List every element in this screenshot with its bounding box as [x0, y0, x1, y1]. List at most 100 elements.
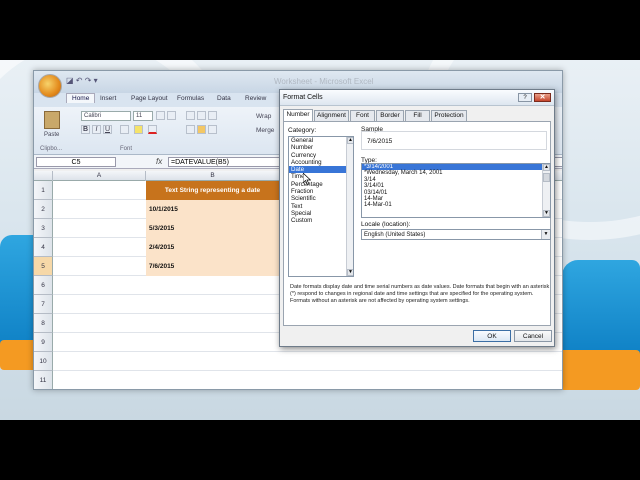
- quick-access-toolbar[interactable]: ◪ ↶ ↷ ▾: [66, 76, 98, 85]
- row-header[interactable]: 7: [34, 295, 53, 314]
- table-row: [53, 352, 562, 371]
- row-header[interactable]: 2: [34, 200, 53, 219]
- dialog-title: Format Cells: [283, 94, 323, 101]
- select-all-corner[interactable]: [34, 171, 53, 181]
- row-header[interactable]: 8: [34, 314, 53, 333]
- tab-data[interactable]: Data: [217, 95, 231, 102]
- italic-icon[interactable]: I: [92, 125, 101, 134]
- date-text-cell[interactable]: 10/1/2015: [146, 200, 280, 219]
- tab-formulas[interactable]: Formulas: [177, 95, 204, 102]
- list-item[interactable]: General: [289, 137, 353, 144]
- list-item[interactable]: Custom: [289, 217, 353, 224]
- tab-border[interactable]: Border: [376, 110, 404, 121]
- type-scrollbar[interactable]: ▲ ▼: [542, 164, 550, 217]
- category-list[interactable]: General Number Currency Accounting Date …: [288, 136, 354, 277]
- scroll-down-icon[interactable]: ▼: [543, 210, 550, 217]
- category-scrollbar[interactable]: ▲ ▼: [346, 137, 353, 276]
- underline-icon[interactable]: U: [103, 125, 112, 134]
- close-button[interactable]: ✕: [534, 93, 551, 102]
- list-item[interactable]: Currency: [289, 152, 353, 159]
- row-header[interactable]: 9: [34, 333, 53, 352]
- screen: ◪ ↶ ↷ ▾ Worksheet - Microsoft Excel Home…: [0, 0, 640, 480]
- tab-protection[interactable]: Protection: [431, 110, 467, 121]
- locale-value: English (United States): [364, 232, 426, 238]
- font-color-icon[interactable]: [148, 125, 157, 134]
- list-item[interactable]: Special: [289, 210, 353, 217]
- format-cells-dialog: Format Cells ? ✕ Number Alignment Font B…: [279, 89, 555, 347]
- align-bottom-icon[interactable]: [208, 111, 217, 120]
- list-item[interactable]: Text: [289, 203, 353, 210]
- scroll-up-icon[interactable]: ▲: [347, 137, 353, 144]
- number-tab-panel: Category: General Number Currency Accoun…: [283, 121, 551, 326]
- wrap-text-button[interactable]: Wrap: [256, 113, 271, 120]
- format-description: Date formats display date and time seria…: [290, 284, 550, 305]
- name-box[interactable]: C5: [36, 157, 116, 167]
- paste-button[interactable]: Paste: [44, 132, 59, 138]
- column-header[interactable]: A: [53, 171, 146, 181]
- tab-number[interactable]: Number: [283, 109, 313, 121]
- date-text-cell[interactable]: 7/6/2015: [146, 257, 280, 276]
- cancel-button[interactable]: Cancel: [514, 330, 552, 342]
- date-text-cell[interactable]: 5/3/2015: [146, 219, 280, 238]
- tab-review[interactable]: Review: [245, 95, 266, 102]
- category-label: Category:: [288, 127, 317, 134]
- column-header[interactable]: B: [146, 171, 280, 181]
- scroll-up-icon[interactable]: ▲: [543, 164, 550, 171]
- tab-page-layout[interactable]: Page Layout: [131, 95, 168, 102]
- row-header[interactable]: 10: [34, 352, 53, 371]
- tab-font[interactable]: Font: [350, 110, 375, 121]
- dialog-titlebar: Format Cells ? ✕: [280, 90, 554, 106]
- chevron-down-icon[interactable]: ▼: [541, 230, 550, 239]
- list-item[interactable]: 14-Mar-01: [362, 202, 550, 208]
- paste-icon[interactable]: [44, 111, 60, 129]
- row-header[interactable]: 5: [34, 257, 53, 276]
- date-text-cell[interactable]: 2/4/2015: [146, 238, 280, 257]
- row-header[interactable]: 1: [34, 181, 53, 200]
- list-item[interactable]: Accounting: [289, 159, 353, 166]
- list-item[interactable]: Scientific: [289, 195, 353, 202]
- grow-font-icon[interactable]: [156, 111, 165, 120]
- scroll-thumb[interactable]: [543, 173, 550, 182]
- font-group-label: Font: [120, 146, 133, 152]
- align-middle-icon[interactable]: [197, 111, 206, 120]
- align-right-icon[interactable]: [208, 125, 217, 134]
- row-header[interactable]: 11: [34, 371, 53, 389]
- header-cell[interactable]: Text String representing a date: [146, 181, 280, 200]
- bold-icon[interactable]: B: [81, 125, 90, 134]
- row-header[interactable]: 4: [34, 238, 53, 257]
- list-item[interactable]: Number: [289, 144, 353, 151]
- mouse-pointer-icon: [303, 173, 311, 185]
- office-button[interactable]: [38, 74, 62, 98]
- tab-alignment[interactable]: Alignment: [314, 110, 349, 121]
- align-top-icon[interactable]: [186, 111, 195, 120]
- merge-button[interactable]: Merge: [256, 127, 274, 134]
- list-item[interactable]: Time: [289, 173, 353, 180]
- row-header[interactable]: 3: [34, 219, 53, 238]
- align-left-icon[interactable]: [186, 125, 195, 134]
- tab-fill[interactable]: Fill: [405, 110, 430, 121]
- scroll-down-icon[interactable]: ▼: [347, 269, 353, 276]
- locale-label: Locale (location):: [361, 221, 411, 228]
- window-title: Worksheet - Microsoft Excel: [274, 77, 374, 86]
- shrink-font-icon[interactable]: [167, 111, 176, 120]
- tab-insert[interactable]: Insert: [100, 95, 116, 102]
- align-center-icon[interactable]: [197, 125, 206, 134]
- font-name-box[interactable]: Calibri: [81, 111, 131, 121]
- fill-color-icon[interactable]: [134, 125, 143, 134]
- type-list[interactable]: *3/14/2001 *Wednesday, March 14, 2001 3/…: [361, 163, 551, 218]
- function-icon[interactable]: fx: [156, 157, 162, 166]
- borders-icon[interactable]: [120, 125, 129, 134]
- tab-home[interactable]: Home: [66, 93, 96, 103]
- font-size-box[interactable]: 11: [133, 111, 153, 121]
- ok-button[interactable]: OK: [473, 330, 511, 342]
- list-item[interactable]: Percentage: [289, 181, 353, 188]
- help-button[interactable]: ?: [518, 93, 532, 102]
- row-header[interactable]: 6: [34, 276, 53, 295]
- locale-dropdown[interactable]: English (United States) ▼: [361, 229, 551, 240]
- sofa-right-base: [556, 350, 640, 390]
- list-item[interactable]: Fraction: [289, 188, 353, 195]
- list-item-selected[interactable]: Date: [289, 166, 353, 174]
- sample-box: 7/6/2015: [361, 131, 547, 150]
- clipboard-group-label: Clipbo...: [40, 146, 63, 152]
- table-row: [53, 371, 562, 389]
